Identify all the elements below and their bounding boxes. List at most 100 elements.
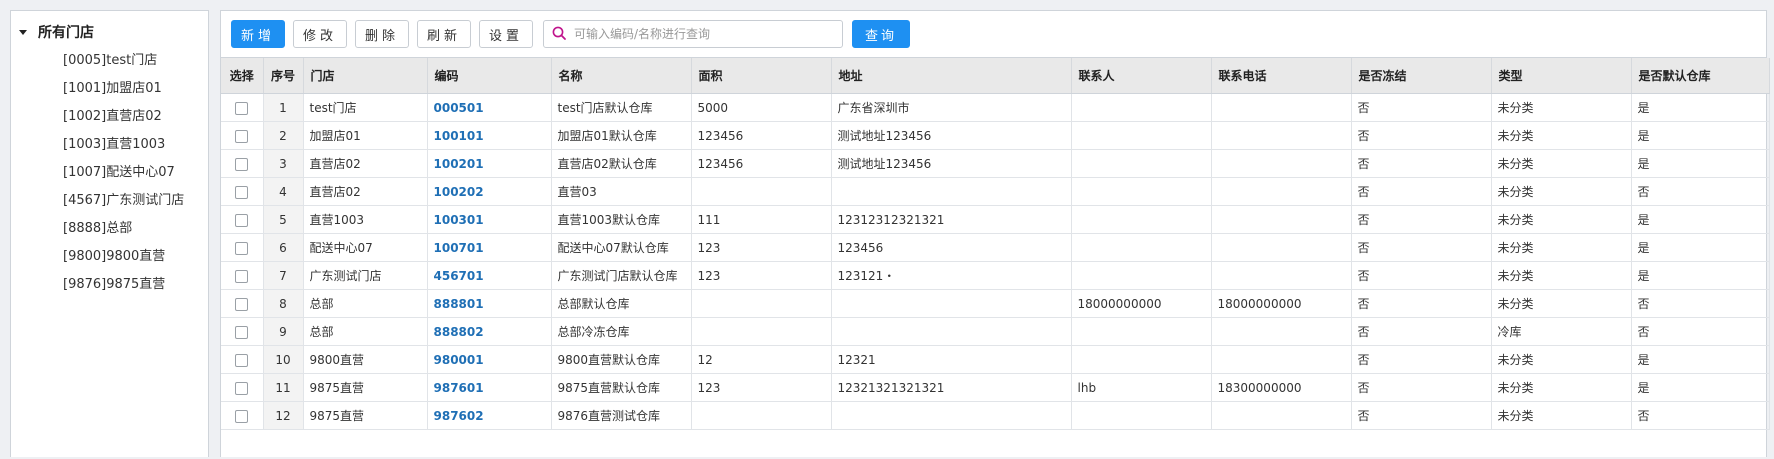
tree-item[interactable]: [9800]9800直营 xyxy=(63,243,184,271)
cell-code: 987602 xyxy=(427,401,552,430)
table-row[interactable]: 2 加盟店01 100101 加盟店01默认仓库 123456 测试地址123456 否未分… xyxy=(221,121,1770,150)
table-row[interactable]: 5 直营1003 100301 直营1003默认仓库 111 12312312321321… xyxy=(221,205,1770,234)
cell-default-warehouse: 否 xyxy=(1631,317,1770,346)
table-row[interactable]: 6 配送中心07 100701 配送中心07默认仓库 123 123456 否未分类是 xyxy=(221,233,1770,262)
column-header-store[interactable]: 门店 xyxy=(303,58,428,94)
cell-type: 未分类 xyxy=(1491,401,1632,430)
cell-store: 配送中心07 xyxy=(303,233,428,262)
table-row[interactable]: 11 9875直营 987601 9875直营默认仓库 123 1232132132132… xyxy=(221,373,1770,402)
cell-contact xyxy=(1071,93,1212,122)
cell-seq: 11 xyxy=(263,373,304,402)
query-button[interactable]: 查询 xyxy=(852,20,910,48)
row-select-cell xyxy=(221,373,264,402)
cell-frozen: 否 xyxy=(1351,261,1492,290)
cell-frozen: 否 xyxy=(1351,149,1492,178)
row-checkbox[interactable] xyxy=(235,241,249,255)
cell-code: 100101 xyxy=(427,121,552,150)
main-panel: 新增 修改 删除 刷新 设置 查询 选择序号门店编码名称面积地址联系人联系电话是… xyxy=(220,10,1770,457)
tree-item[interactable]: [1001]加盟店01 xyxy=(63,75,184,103)
cell-type: 未分类 xyxy=(1491,345,1632,374)
row-checkbox[interactable] xyxy=(235,185,249,199)
cell-code: 456701 xyxy=(427,261,552,290)
cell-code: 980001 xyxy=(427,345,552,374)
column-header-select[interactable]: 选择 xyxy=(221,58,264,94)
column-header-seq[interactable]: 序号 xyxy=(263,58,304,94)
tree-item[interactable]: [9876]9875直营 xyxy=(63,271,184,299)
table-row[interactable]: 7 广东测试门店 456701 广东测试门店默认仓库 123 123121・ 否未分类是 xyxy=(221,261,1770,290)
refresh-button[interactable]: 刷新 xyxy=(417,20,471,48)
row-checkbox[interactable] xyxy=(235,129,249,143)
column-header-code[interactable]: 编码 xyxy=(427,58,552,94)
column-header-name[interactable]: 名称 xyxy=(551,58,692,94)
row-select-cell xyxy=(221,345,264,374)
cell-phone: 18300000000 xyxy=(1211,373,1352,402)
tree-item[interactable]: [1002]直营店02 xyxy=(63,103,184,131)
column-header-phone[interactable]: 联系电话 xyxy=(1211,58,1352,94)
column-header-address[interactable]: 地址 xyxy=(831,58,1072,94)
settings-button[interactable]: 设置 xyxy=(479,20,533,48)
tree-item[interactable]: [8888]总部 xyxy=(63,215,184,243)
row-checkbox[interactable] xyxy=(235,353,249,367)
edit-button[interactable]: 修改 xyxy=(293,20,347,48)
cell-frozen: 否 xyxy=(1351,289,1492,318)
cell-name: 直营03 xyxy=(551,177,692,206)
column-header-area[interactable]: 面积 xyxy=(691,58,832,94)
tree-item[interactable]: [0005]test门店 xyxy=(63,47,184,75)
cell-phone xyxy=(1211,93,1352,122)
tree-item[interactable]: [1003]直营1003 xyxy=(63,131,184,159)
cell-frozen: 否 xyxy=(1351,93,1492,122)
cell-name: 直营店02默认仓库 xyxy=(551,149,692,178)
cell-type: 未分类 xyxy=(1491,93,1632,122)
table-row[interactable]: 12 9875直营 987602 9876直营测试仓库 否未分类否 xyxy=(221,401,1770,430)
row-checkbox[interactable] xyxy=(235,213,249,227)
column-header-frozen[interactable]: 是否冻结 xyxy=(1351,58,1492,94)
row-checkbox[interactable] xyxy=(235,325,249,339)
cell-contact xyxy=(1071,233,1212,262)
cell-name: 9876直营测试仓库 xyxy=(551,401,692,430)
cell-seq: 7 xyxy=(263,261,304,290)
cell-type: 未分类 xyxy=(1491,289,1632,318)
search-box[interactable] xyxy=(543,20,843,48)
table-row[interactable]: 10 9800直营 980001 9800直营默认仓库 12 12321 否未分类是 xyxy=(221,345,1770,374)
column-header-contact[interactable]: 联系人 xyxy=(1071,58,1212,94)
cell-default-warehouse: 是 xyxy=(1631,233,1770,262)
cell-frozen: 否 xyxy=(1351,233,1492,262)
delete-button[interactable]: 删除 xyxy=(355,20,409,48)
cell-contact xyxy=(1071,149,1212,178)
tree-item[interactable]: [4567]广东测试门店 xyxy=(63,187,184,215)
table-row[interactable]: 8 总部 888801 总部默认仓库 18000000000 18000000000 否未分… xyxy=(221,289,1770,318)
table-body: 1 test门店 000501 test门店默认仓库 5000 广东省深圳市否未分类是 2 加… xyxy=(221,93,1770,430)
row-checkbox[interactable] xyxy=(235,157,249,171)
tree-item[interactable]: [1007]配送中心07 xyxy=(63,159,184,187)
cell-default-warehouse: 否 xyxy=(1631,177,1770,206)
cell-phone xyxy=(1211,317,1352,346)
caret-down-icon[interactable] xyxy=(19,29,27,35)
cell-seq: 8 xyxy=(263,289,304,318)
cell-store: 直营1003 xyxy=(303,205,428,234)
search-input[interactable] xyxy=(572,26,836,42)
cell-type: 未分类 xyxy=(1491,261,1632,290)
tree-root-all-stores[interactable]: 所有门店 xyxy=(19,22,94,42)
cell-address: 12312312321321 xyxy=(831,205,1072,234)
cell-phone xyxy=(1211,121,1352,150)
cell-area: 123 xyxy=(691,261,832,290)
column-header-default-warehouse[interactable]: 是否默认仓库 xyxy=(1631,58,1770,94)
column-header-type[interactable]: 类型 xyxy=(1491,58,1632,94)
row-checkbox[interactable] xyxy=(235,409,249,423)
add-button[interactable]: 新增 xyxy=(231,20,285,48)
cell-type: 未分类 xyxy=(1491,373,1632,402)
row-checkbox[interactable] xyxy=(235,381,249,395)
row-checkbox[interactable] xyxy=(235,269,249,283)
row-checkbox[interactable] xyxy=(235,101,249,115)
cell-phone xyxy=(1211,233,1352,262)
cell-address: 12321321321321 xyxy=(831,373,1072,402)
table-row[interactable]: 3 直营店02 100201 直营店02默认仓库 123456 测试地址123456 否未分… xyxy=(221,149,1770,178)
table-row[interactable]: 1 test门店 000501 test门店默认仓库 5000 广东省深圳市 否未分类是 xyxy=(221,93,1770,122)
cell-code: 100201 xyxy=(427,149,552,178)
cell-contact xyxy=(1071,121,1212,150)
cell-store: 9875直营 xyxy=(303,373,428,402)
table-row[interactable]: 4 直营店02 100202 直营03 否未分类否 xyxy=(221,177,1770,206)
cell-seq: 4 xyxy=(263,177,304,206)
row-checkbox[interactable] xyxy=(235,297,249,311)
table-row[interactable]: 9 总部 888802 总部冷冻仓库 否冷库否 xyxy=(221,317,1770,346)
